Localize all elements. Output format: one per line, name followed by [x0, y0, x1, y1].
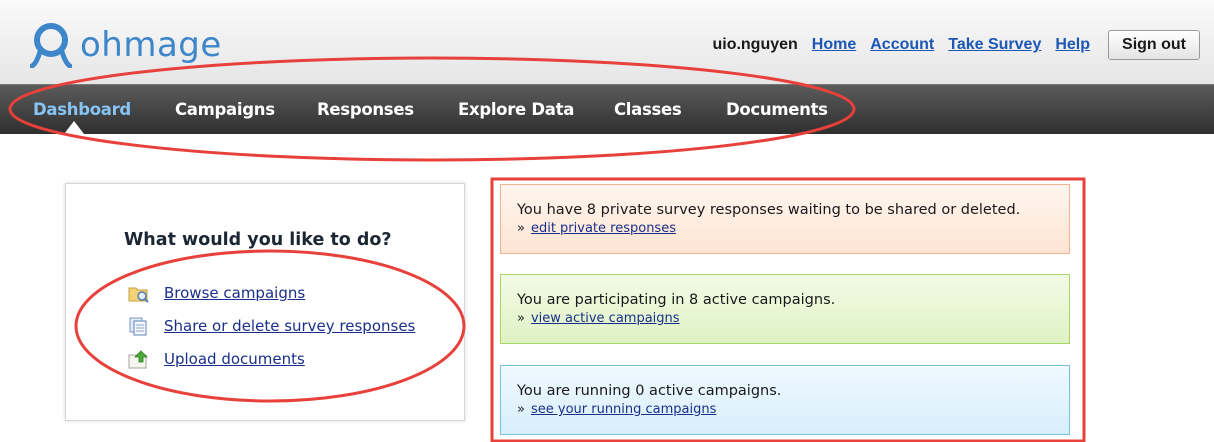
active-tab-pointer: [64, 121, 84, 134]
main-nav: Dashboard Campaigns Responses Explore Da…: [0, 84, 1214, 134]
browse-campaigns-link[interactable]: Browse campaigns: [164, 284, 305, 302]
running-campaigns-notice: You are running 0 active campaigns. » see…: [500, 365, 1070, 435]
bullet-icon: »: [517, 311, 525, 326]
documents-icon: [128, 317, 148, 336]
browse-campaigns-item: Browse campaigns: [128, 284, 305, 303]
username: uio.nguyen: [712, 36, 798, 53]
logo-text: ohmage: [80, 25, 222, 65]
tab-documents[interactable]: Documents: [726, 100, 828, 119]
help-link[interactable]: Help: [1055, 36, 1090, 54]
tab-campaigns[interactable]: Campaigns: [175, 100, 275, 119]
participating-campaigns-notice: You are participating in 8 active campai…: [500, 274, 1070, 344]
private-responses-text: You have 8 private survey responses wait…: [517, 202, 1021, 218]
bullet-icon: »: [517, 402, 525, 417]
view-active-campaigns-link[interactable]: view active campaigns: [531, 311, 680, 326]
app-header: ohmage uio.nguyen Home Account Take Surv…: [0, 0, 1214, 84]
running-campaigns-text: You are running 0 active campaigns.: [517, 383, 782, 399]
tab-dashboard[interactable]: Dashboard: [33, 100, 131, 119]
tab-responses[interactable]: Responses: [317, 100, 414, 119]
upload-documents-item: Upload documents: [128, 350, 305, 369]
folder-search-icon: [128, 284, 149, 303]
upload-icon: [128, 350, 148, 369]
todo-title: What would you like to do?: [124, 230, 392, 250]
take-survey-link[interactable]: Take Survey: [948, 36, 1041, 54]
todo-panel: What would you like to do? Browse campai…: [65, 183, 465, 421]
bullet-icon: »: [517, 221, 525, 236]
tab-explore-data[interactable]: Explore Data: [458, 100, 574, 119]
tab-classes[interactable]: Classes: [614, 100, 682, 119]
logo[interactable]: ohmage: [29, 20, 222, 70]
upload-documents-link[interactable]: Upload documents: [164, 350, 305, 368]
edit-private-responses-link[interactable]: edit private responses: [531, 221, 676, 236]
sign-out-button[interactable]: Sign out: [1108, 30, 1200, 60]
home-link[interactable]: Home: [812, 36, 856, 54]
account-link[interactable]: Account: [870, 36, 934, 54]
top-nav: uio.nguyen Home Account Take Survey Help…: [712, 30, 1200, 60]
participating-campaigns-text: You are participating in 8 active campai…: [517, 292, 836, 308]
ohmage-logo-icon: [29, 22, 73, 69]
share-delete-responses-link[interactable]: Share or delete survey responses: [164, 317, 415, 335]
see-running-campaigns-link[interactable]: see your running campaigns: [531, 402, 716, 417]
private-responses-notice: You have 8 private survey responses wait…: [500, 184, 1070, 254]
share-delete-responses-item: Share or delete survey responses: [128, 317, 415, 336]
notices-panel: You have 8 private survey responses wait…: [490, 178, 1086, 442]
